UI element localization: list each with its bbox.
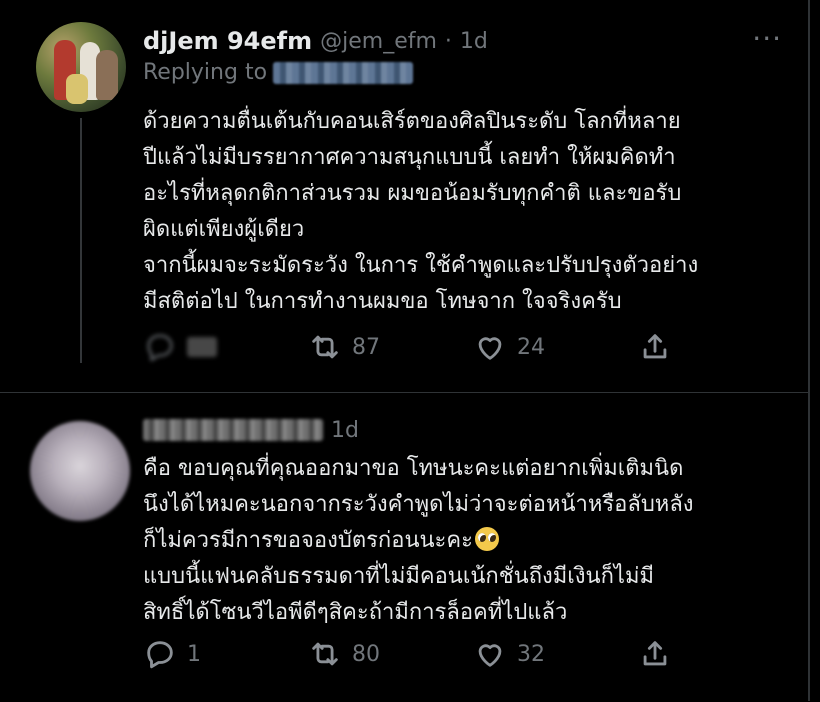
user-name-redacted[interactable] <box>143 419 323 441</box>
tweet-reply-djjem[interactable]: djJem 94efm @jem_efm · 1d ··· Replying t… <box>0 0 808 392</box>
tweet-text-line: คือ ขอบคุณที่คุณออกมาขอ โทษนะคะแต่อยากเพ… <box>143 456 684 481</box>
user-handle[interactable]: @jem_efm <box>320 29 437 54</box>
reply-count-redacted <box>187 337 217 357</box>
thread-line <box>80 118 82 363</box>
share-button[interactable] <box>638 330 672 364</box>
display-name[interactable]: djJem 94efm <box>143 27 312 55</box>
reply-icon <box>147 641 173 669</box>
column-border <box>808 0 810 701</box>
tweet-text-line: อะไรที่หลุดกติกาส่วนรวม ผมขอน้อมรับทุกคำ… <box>143 181 682 206</box>
replying-to: Replying to <box>143 60 414 85</box>
retweet-count: 80 <box>352 641 380 667</box>
tweet-text-line: มีสติต่อไป ในการทำงานผมขอ โทษจาก ใจจริงค… <box>143 289 622 314</box>
reply-button[interactable] <box>143 330 308 364</box>
tweet-text-line: ผิดแต่เพียงผู้เดียว <box>143 217 305 242</box>
separator-dot: · <box>444 28 452 54</box>
share-button[interactable] <box>638 637 672 671</box>
more-options-icon[interactable]: ··· <box>752 22 782 55</box>
timestamp[interactable]: 1d <box>331 418 359 443</box>
retweet-icon <box>312 642 338 666</box>
tweet-text-line: ปีแล้วไม่มีบรรยากาศความสนุกแบบนี้ เลยทำ … <box>143 145 676 170</box>
heart-icon <box>478 337 502 360</box>
retweet-button[interactable]: 87 <box>308 330 473 364</box>
tweet-reply-fan[interactable]: 1d คือ ขอบคุณที่คุณออกมาขอ โทษนะคะแต่อยา… <box>0 392 808 702</box>
like-count: 32 <box>517 641 545 667</box>
tweet-header: 1d <box>143 413 359 447</box>
tweet-text-line: ด้วยความตื่นเต้นกับคอนเสิร์ตของศิลปินระด… <box>143 109 681 134</box>
tweet-text: คือ ขอบคุณที่คุณออกมาขอ โทษนะคะแต่อยากเพ… <box>143 451 694 631</box>
share-icon <box>643 334 667 359</box>
replying-to-label: Replying to <box>143 60 268 85</box>
reply-icon <box>147 334 173 362</box>
action-bar: 87 24 <box>143 330 683 364</box>
retweet-button[interactable]: 80 <box>308 637 473 671</box>
retweet-count: 87 <box>352 334 380 360</box>
retweet-icon <box>312 335 338 359</box>
tweet-text: ด้วยความตื่นเต้นกับคอนเสิร์ตของศิลปินระด… <box>143 104 698 320</box>
like-button[interactable]: 24 <box>473 330 638 364</box>
reply-button[interactable]: 1 <box>143 637 308 671</box>
tweet-text-line: ก็ไม่ควรมีการขอจองบัตรก่อนนะคะ <box>143 523 694 559</box>
like-count: 24 <box>517 334 545 360</box>
tweet-text-line: แบบนี้แฟนคลับธรรมดาที่ไม่มีคอนเน้กชั่นถึ… <box>143 564 654 589</box>
replying-to-handle-redacted[interactable] <box>273 61 414 84</box>
reply-count: 1 <box>187 641 201 667</box>
tweet-text-line: จากนี้ผมจะระมัดระวัง ในการ ใช้คำพูดและปร… <box>143 253 699 278</box>
tweet-text-line: สิทธิ์ได้โซนวีไอพีดีๆสิคะถ้ามีการล็อคที่… <box>143 600 568 625</box>
action-bar: 1 80 32 <box>143 637 683 671</box>
like-button[interactable]: 32 <box>473 637 638 671</box>
tweet-text-line: นึงได้ไหมคะนอกจากระวังคำพูดไม่ว่าจะต่อหน… <box>143 492 694 517</box>
heart-icon <box>478 644 502 667</box>
avatar[interactable] <box>36 22 126 112</box>
tweet-header: djJem 94efm @jem_efm · 1d <box>143 24 488 58</box>
tweet-text-segment: ก็ไม่ควรมีการขอจองบัตรก่อนนะคะ <box>143 528 473 553</box>
avatar-redacted[interactable] <box>30 421 130 521</box>
timestamp[interactable]: 1d <box>460 29 488 54</box>
share-icon <box>643 641 667 666</box>
pleading-face-emoji <box>474 527 499 551</box>
